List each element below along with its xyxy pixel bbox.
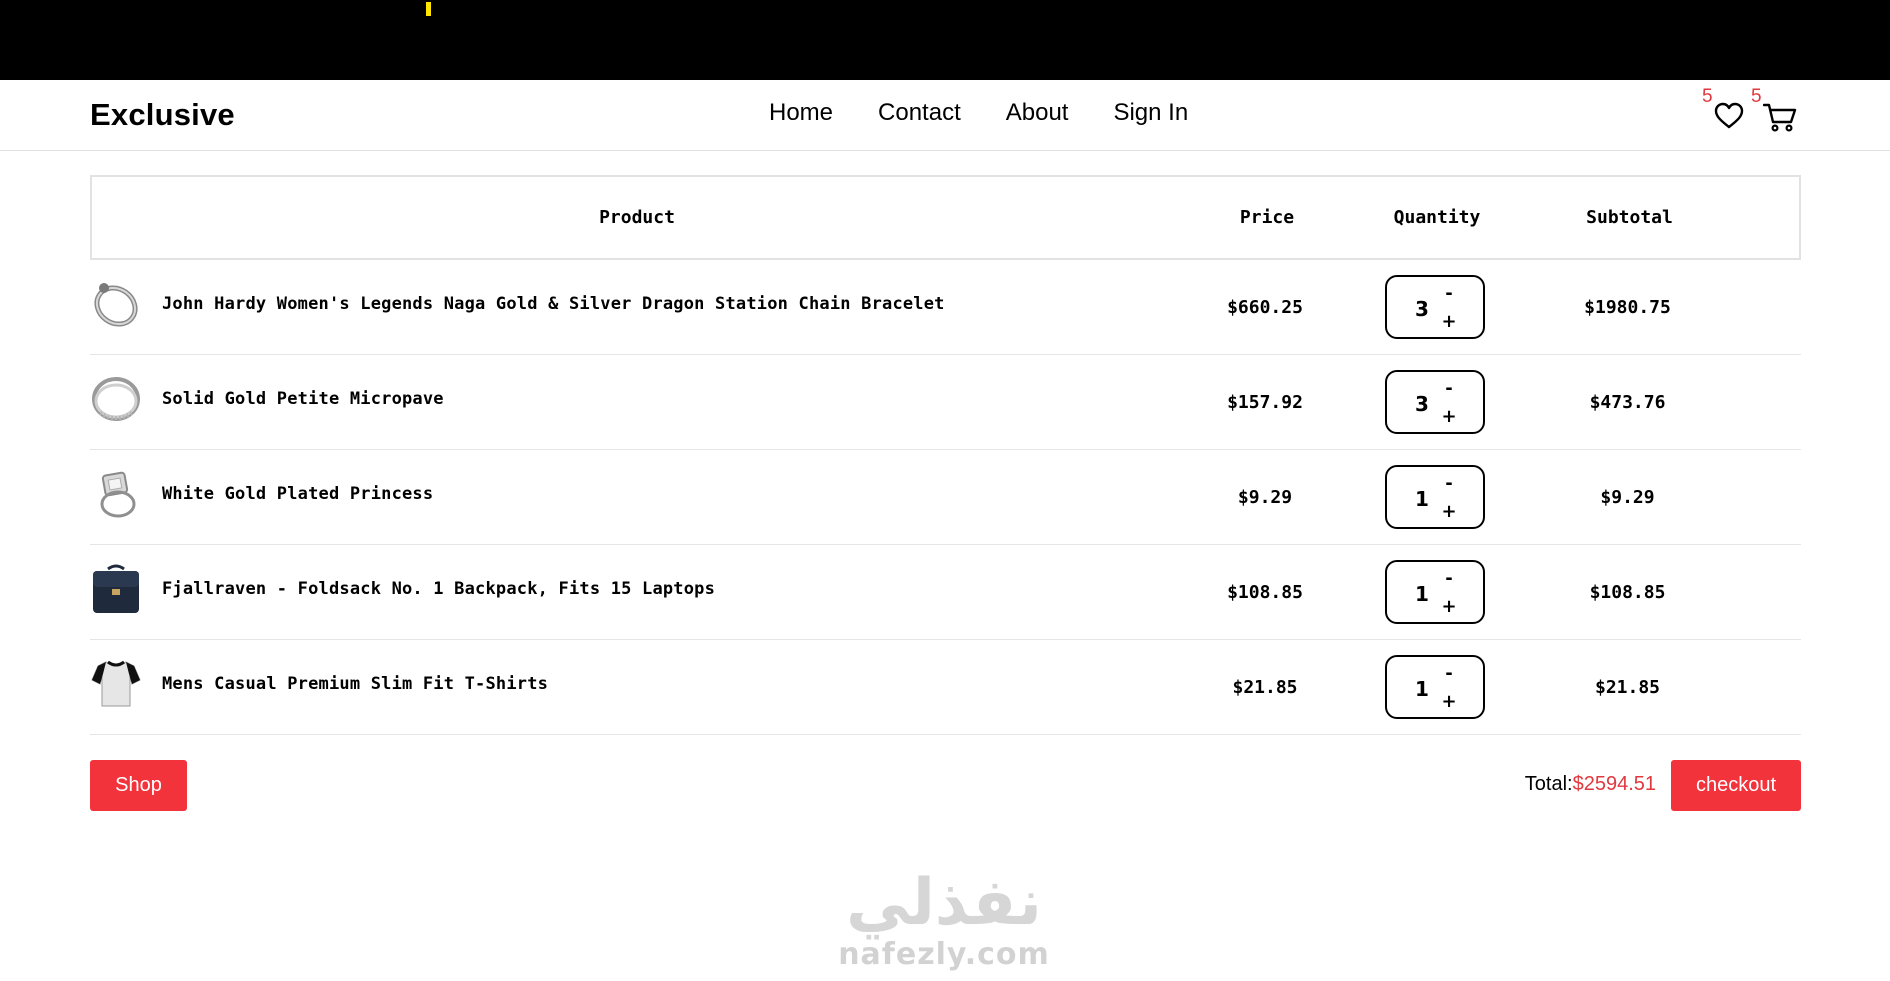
quantity-cell: 3 - + xyxy=(1350,275,1520,339)
product-title[interactable]: Mens Casual Premium Slim Fit T-Shirts xyxy=(162,674,548,694)
wishlist-count-badge: 5 xyxy=(1702,86,1713,107)
watermark-logo: نفذلي nafezly.com xyxy=(836,868,1052,972)
backpack-image[interactable] xyxy=(90,563,142,615)
watermark-latin: nafezly.com xyxy=(838,937,1050,972)
increment-button[interactable]: + xyxy=(1439,691,1459,712)
price-cell: $157.92 xyxy=(1227,391,1303,413)
subtotal-cell: $9.29 xyxy=(1600,486,1655,508)
table-row: Solid Gold Petite Micropave $157.92 3 - … xyxy=(90,355,1801,450)
quantity-value: 1 xyxy=(1415,582,1429,606)
header-subtotal: Subtotal xyxy=(1586,207,1673,228)
header-quantity: Quantity xyxy=(1393,207,1481,228)
product-title[interactable]: John Hardy Women's Legends Naga Gold & S… xyxy=(162,294,945,314)
princess-ring-image[interactable] xyxy=(90,468,142,520)
ring-image[interactable] xyxy=(90,373,142,425)
increment-button[interactable]: + xyxy=(1439,501,1459,522)
site-header: Exclusive Home Contact About Sign In 5 5 xyxy=(0,80,1890,151)
cart-table: Product Price Quantity Subtotal John Har… xyxy=(90,175,1801,735)
brand-logo[interactable]: Exclusive xyxy=(90,97,235,133)
decrement-button[interactable]: - xyxy=(1439,473,1459,494)
quantity-cell: 3 - + xyxy=(1350,370,1520,434)
caret-marker xyxy=(426,2,431,16)
quantity-cell: 1 - + xyxy=(1350,655,1520,719)
product-cell: Solid Gold Petite Micropave xyxy=(90,373,1180,425)
wishlist-button[interactable]: 5 xyxy=(1700,86,1750,136)
quantity-stepper: 1 - + xyxy=(1385,560,1485,624)
cart-actions: Shop Total:$2594.51 checkout xyxy=(90,760,1801,811)
product-title[interactable]: Fjallraven - Foldsack No. 1 Backpack, Fi… xyxy=(162,579,715,599)
decrement-button[interactable]: - xyxy=(1439,378,1459,399)
bracelet-image[interactable] xyxy=(90,278,142,330)
product-title[interactable]: Solid Gold Petite Micropave xyxy=(162,389,444,409)
tshirt-image[interactable] xyxy=(90,658,142,710)
table-row: White Gold Plated Princess $9.29 1 - + $… xyxy=(90,450,1801,545)
heart-icon xyxy=(1714,102,1744,129)
total-label: Total: xyxy=(1524,773,1573,795)
price-cell: $108.85 xyxy=(1227,581,1303,603)
main-nav: Home Contact About Sign In xyxy=(769,99,1188,127)
increment-button[interactable]: + xyxy=(1439,406,1459,427)
quantity-cell: 1 - + xyxy=(1350,465,1520,529)
price-cell: $9.29 xyxy=(1237,486,1293,508)
quantity-value: 3 xyxy=(1415,297,1429,321)
quantity-cell: 1 - + xyxy=(1350,560,1520,624)
quantity-value: 1 xyxy=(1415,677,1429,701)
table-row: John Hardy Women's Legends Naga Gold & S… xyxy=(90,260,1801,355)
subtotal-cell: $108.85 xyxy=(1589,581,1666,603)
product-cell: Mens Casual Premium Slim Fit T-Shirts xyxy=(90,658,1180,710)
nav-contact[interactable]: Contact xyxy=(878,99,961,127)
quantity-stepper: 3 - + xyxy=(1385,370,1485,434)
product-cell: John Hardy Women's Legends Naga Gold & S… xyxy=(90,278,1180,330)
watermark-arabic: نفذلي xyxy=(846,866,1042,940)
nav-sign-in[interactable]: Sign In xyxy=(1113,99,1188,127)
subtotal-cell: $21.85 xyxy=(1594,676,1661,698)
nav-about[interactable]: About xyxy=(1006,99,1069,127)
quantity-value: 1 xyxy=(1415,487,1429,511)
subtotal-cell: $1980.75 xyxy=(1584,296,1671,318)
header-price: Price xyxy=(1239,207,1295,228)
product-cell: Fjallraven - Foldsack No. 1 Backpack, Fi… xyxy=(90,563,1180,615)
decrement-button[interactable]: - xyxy=(1439,663,1459,684)
cart-count-badge: 5 xyxy=(1751,86,1762,107)
price-cell: $21.85 xyxy=(1232,676,1298,698)
cart-button[interactable]: 5 xyxy=(1749,86,1799,136)
nav-home[interactable]: Home xyxy=(769,99,833,127)
top-black-bar xyxy=(0,0,1890,80)
total-amount: $2594.51 xyxy=(1572,773,1656,795)
decrement-button[interactable]: - xyxy=(1439,568,1459,589)
quantity-stepper: 1 - + xyxy=(1385,655,1485,719)
product-cell: White Gold Plated Princess xyxy=(90,468,1180,520)
cart-total: Total:$2594.51 xyxy=(1525,773,1656,796)
table-row: Mens Casual Premium Slim Fit T-Shirts $2… xyxy=(90,640,1801,735)
shop-button[interactable]: Shop xyxy=(90,760,187,811)
quantity-value: 3 xyxy=(1415,392,1429,416)
quantity-stepper: 3 - + xyxy=(1385,275,1485,339)
price-cell: $660.25 xyxy=(1227,296,1303,318)
increment-button[interactable]: + xyxy=(1439,311,1459,332)
cart-icon xyxy=(1763,103,1797,132)
checkout-button[interactable]: checkout xyxy=(1671,760,1801,811)
decrement-button[interactable]: - xyxy=(1439,283,1459,304)
increment-button[interactable]: + xyxy=(1439,596,1459,617)
quantity-stepper: 1 - + xyxy=(1385,465,1485,529)
subtotal-cell: $473.76 xyxy=(1589,391,1666,413)
header-product: Product xyxy=(599,207,675,228)
table-row: Fjallraven - Foldsack No. 1 Backpack, Fi… xyxy=(90,545,1801,640)
product-title[interactable]: White Gold Plated Princess xyxy=(162,484,433,504)
table-header: Product Price Quantity Subtotal xyxy=(90,175,1801,260)
